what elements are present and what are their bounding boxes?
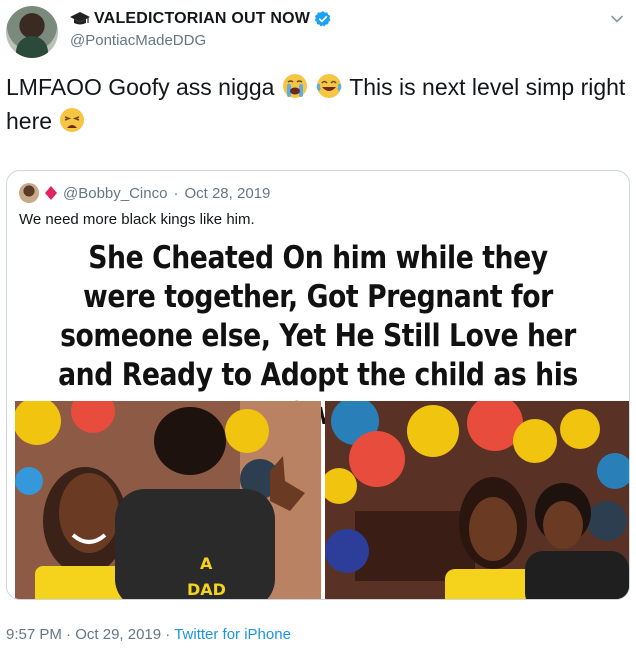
author-avatar[interactable]	[6, 6, 58, 58]
author-display-name[interactable]: VALEDICTORIAN OUT NOW	[94, 10, 310, 28]
tweet-date[interactable]: Oct 29, 2019	[75, 626, 161, 643]
quoted-tweet-media[interactable]: She Cheated On him while they were toget…	[7, 233, 629, 599]
media-photo-left: A DAD	[15, 401, 321, 599]
tweet-footer: 9:57 PM · Oct 29, 2019 · Twitter for iPh…	[6, 626, 291, 643]
author-name-row[interactable]: VALEDICTORIAN OUT NOW	[70, 10, 332, 28]
quoted-tweet-card[interactable]: @Bobby_Cinco · Oct 28, 2019 We need more…	[6, 170, 630, 600]
weary-face-icon	[60, 108, 85, 132]
verified-badge-icon	[314, 11, 331, 27]
quoted-author-handle[interactable]: @Bobby_Cinco	[63, 185, 167, 202]
chevron-down-icon[interactable]	[610, 12, 624, 26]
footer-separator-2: ·	[165, 626, 171, 643]
tweet-text-part1: LMFAOO Goofy ass nigga	[6, 74, 281, 100]
red-diamond-icon	[45, 186, 57, 200]
face-with-tears-of-joy-icon	[316, 74, 342, 98]
quoted-author-avatar[interactable]	[19, 183, 39, 203]
tweet-source-link[interactable]: Twitter for iPhone	[174, 626, 291, 643]
tweet-header: VALEDICTORIAN OUT NOW @PontiacMadeDDG	[6, 6, 630, 64]
shirt-text-a: A	[200, 554, 213, 573]
footer-separator-1: ·	[66, 626, 72, 643]
shirt-text-dad: DAD	[187, 580, 226, 599]
quoted-tweet-text: We need more black kings like him.	[19, 211, 255, 228]
quoted-date[interactable]: Oct 28, 2019	[184, 185, 270, 202]
quoted-tweet-header: @Bobby_Cinco · Oct 28, 2019	[19, 183, 270, 203]
loudly-crying-face-icon	[282, 74, 307, 98]
graduation-cap-icon	[70, 12, 90, 25]
author-handle[interactable]: @PontiacMadeDDG	[70, 32, 206, 49]
quoted-separator: ·	[173, 184, 179, 202]
tweet-text: LMFAOO Goofy ass nigga This is next leve…	[6, 70, 626, 138]
tweet-time[interactable]: 9:57 PM	[6, 626, 62, 643]
media-photo-right	[325, 401, 629, 599]
